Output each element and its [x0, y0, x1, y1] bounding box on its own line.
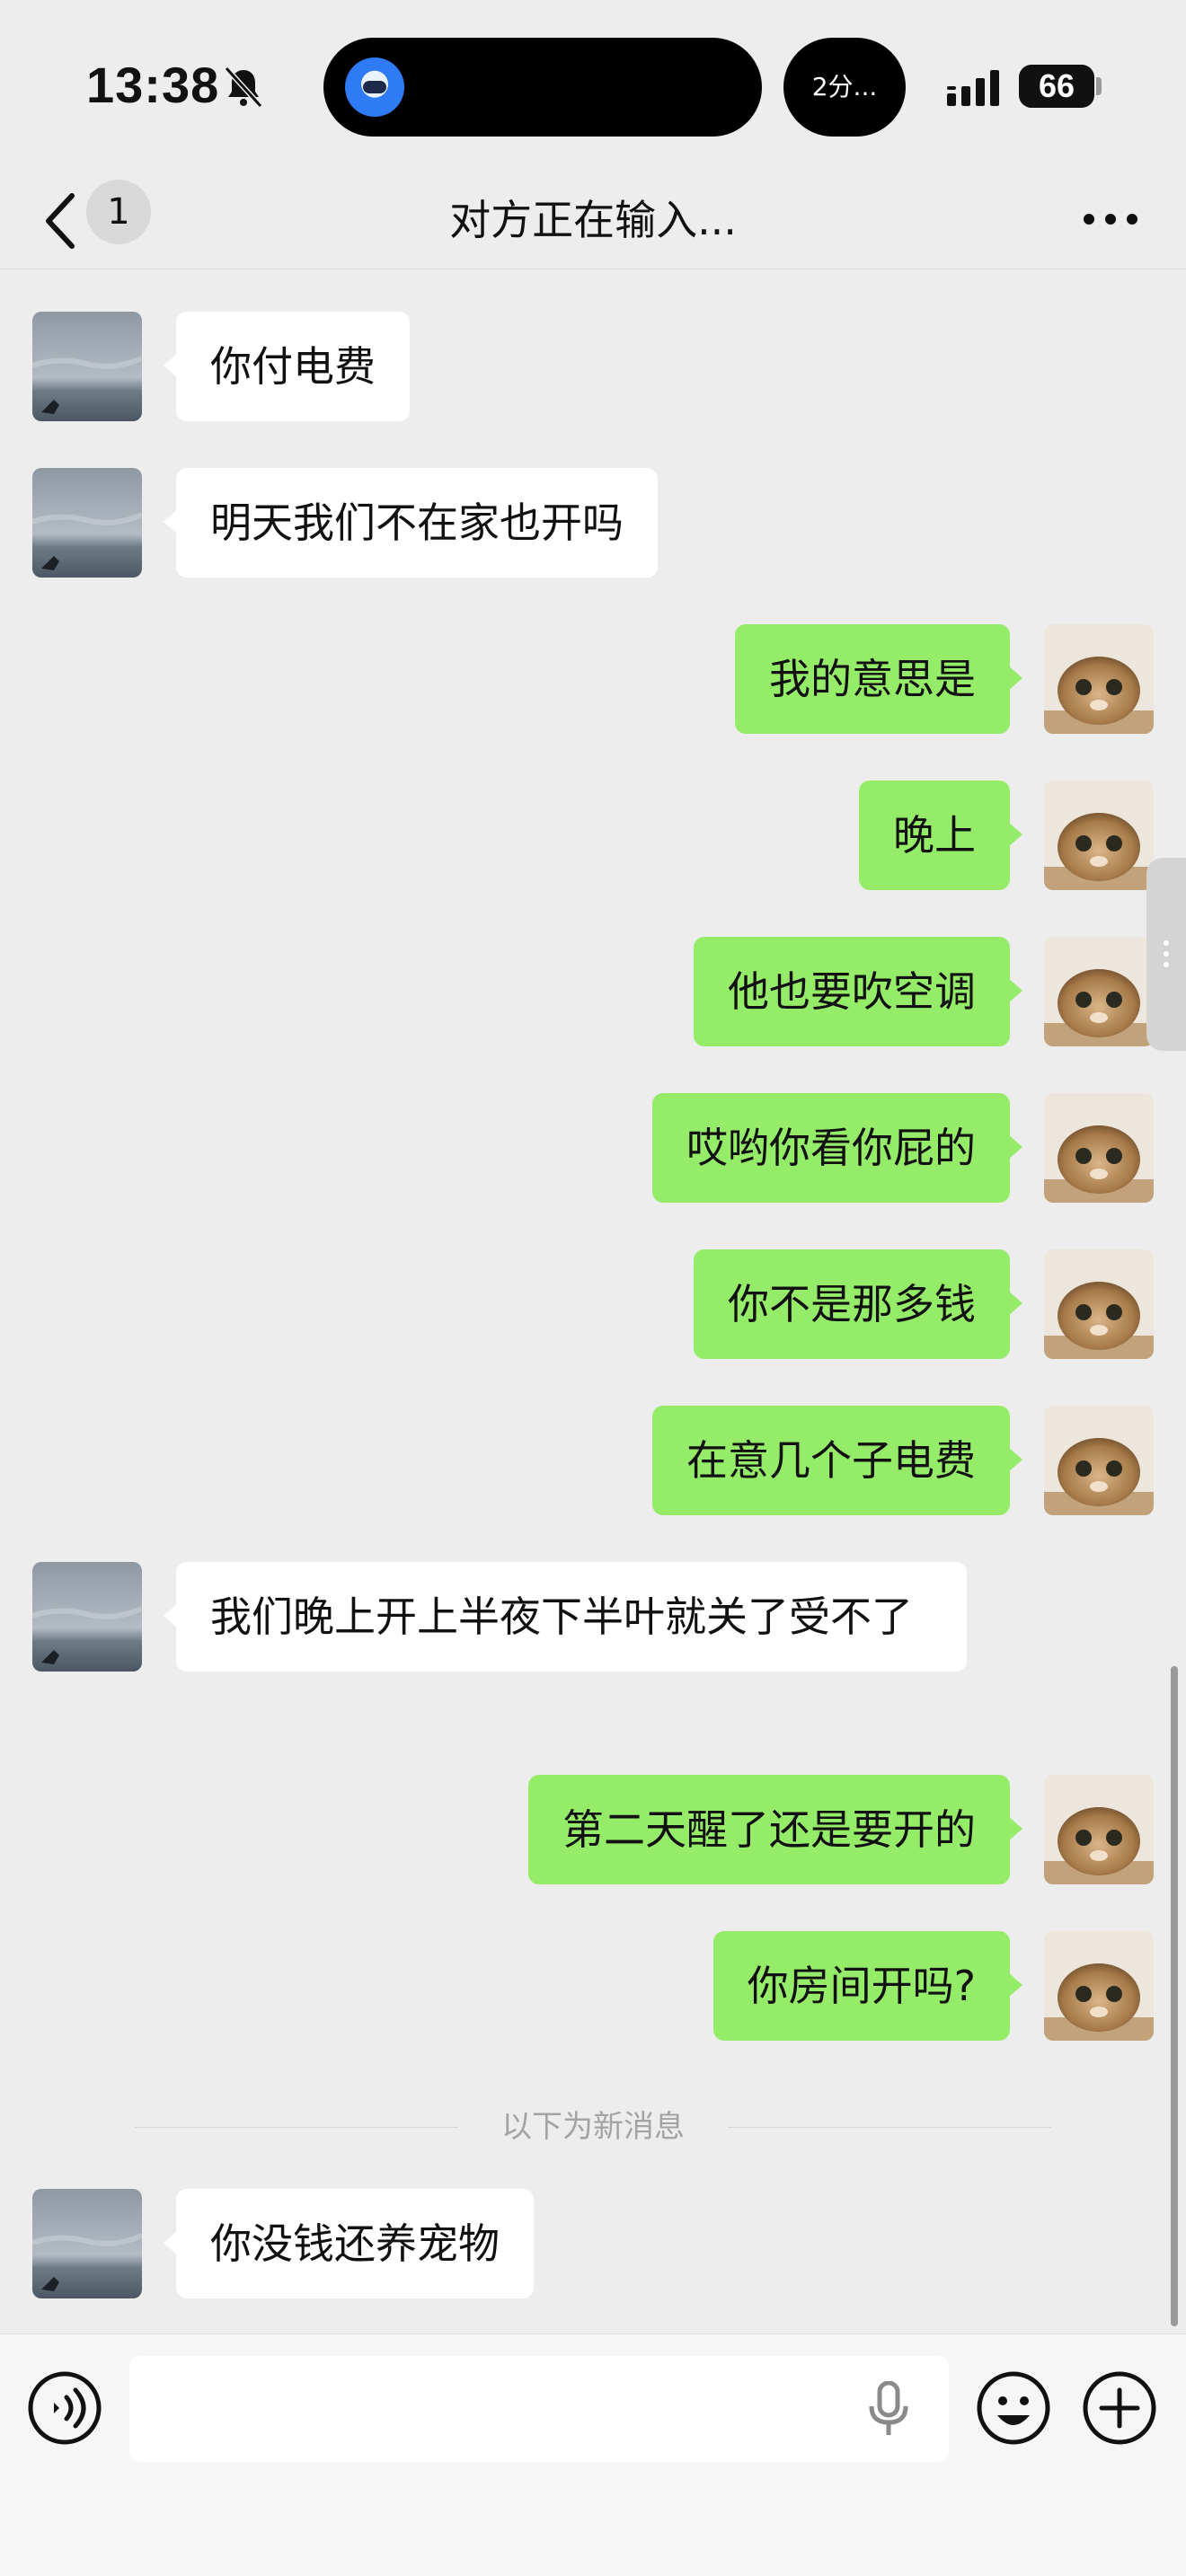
contact-avatar[interactable] [32, 1562, 142, 1672]
message-bubble-outgoing[interactable]: 晚上 [859, 781, 1022, 890]
message-bubble-incoming[interactable]: 你没钱还养宠物 [164, 2189, 534, 2298]
unread-count-badge[interactable]: 1 [86, 180, 151, 244]
message-bubble-outgoing[interactable]: 他也要吹空调 [694, 937, 1022, 1046]
message-input[interactable] [129, 2356, 949, 2462]
my-avatar-cat[interactable] [1044, 1093, 1154, 1203]
signal-icon [947, 70, 999, 106]
plus-icon[interactable] [1082, 2370, 1157, 2446]
battery-icon: 66 [1019, 65, 1094, 108]
app-activity-icon [345, 57, 404, 117]
message-bubble-outgoing[interactable]: 你不是那多钱 [694, 1249, 1022, 1359]
my-avatar-cat[interactable] [1044, 1931, 1154, 2041]
my-avatar-cat[interactable] [1044, 1406, 1154, 1515]
message-bubble-outgoing[interactable]: 第二天醒了还是要开的 [528, 1775, 1022, 1884]
message-bubble-incoming[interactable]: 明天我们不在家也开吗 [164, 468, 658, 578]
status-time: 13:38 [86, 57, 220, 113]
my-avatar-cat[interactable] [1044, 1775, 1154, 1884]
dynamic-island[interactable] [323, 38, 762, 137]
my-avatar-cat[interactable] [1044, 937, 1154, 1046]
bell-off-icon [224, 66, 263, 109]
voice-icon[interactable] [27, 2370, 102, 2446]
ellipsis-icon[interactable] [1078, 201, 1143, 237]
contact-avatar[interactable] [32, 2189, 142, 2298]
message-bubble-incoming[interactable]: 我们晚上开上半夜下半叶就关了受不了 [164, 1562, 967, 1672]
mic-icon[interactable] [866, 2381, 911, 2437]
battery-tip [1096, 77, 1102, 95]
input-bar [0, 2333, 1186, 2576]
message-bubble-outgoing[interactable]: 在意几个子电费 [652, 1406, 1022, 1515]
message-bubble-incoming[interactable]: 你付电费 [164, 312, 410, 421]
message-bubble-outgoing[interactable]: 你房间开吗? [712, 1931, 1023, 2041]
chat-header: 对方正在输入... [0, 171, 1186, 269]
message-bubble-outgoing[interactable]: 哎哟你看你屁的 [652, 1093, 1022, 1203]
status-bar: 13:38 2分... 66 [0, 0, 1186, 171]
chevron-left-icon[interactable] [36, 187, 90, 255]
chat-scrollbar[interactable] [1171, 1666, 1178, 2326]
my-avatar-cat[interactable] [1044, 781, 1154, 890]
timer-live-activity[interactable]: 2分... [783, 38, 906, 137]
contact-avatar[interactable] [32, 468, 142, 578]
chat-title: 对方正在输入... [449, 196, 737, 244]
floating-side-handle[interactable] [1146, 858, 1186, 1051]
new-messages-label: 以下为新消息 [501, 2109, 685, 2145]
message-bubble-outgoing[interactable]: 我的意思是 [735, 624, 1022, 734]
my-avatar-cat[interactable] [1044, 1249, 1154, 1359]
emoji-icon[interactable] [976, 2370, 1051, 2446]
new-messages-divider: 以下为新消息 [135, 2100, 1051, 2154]
my-avatar-cat[interactable] [1044, 624, 1154, 734]
contact-avatar[interactable] [32, 312, 142, 421]
